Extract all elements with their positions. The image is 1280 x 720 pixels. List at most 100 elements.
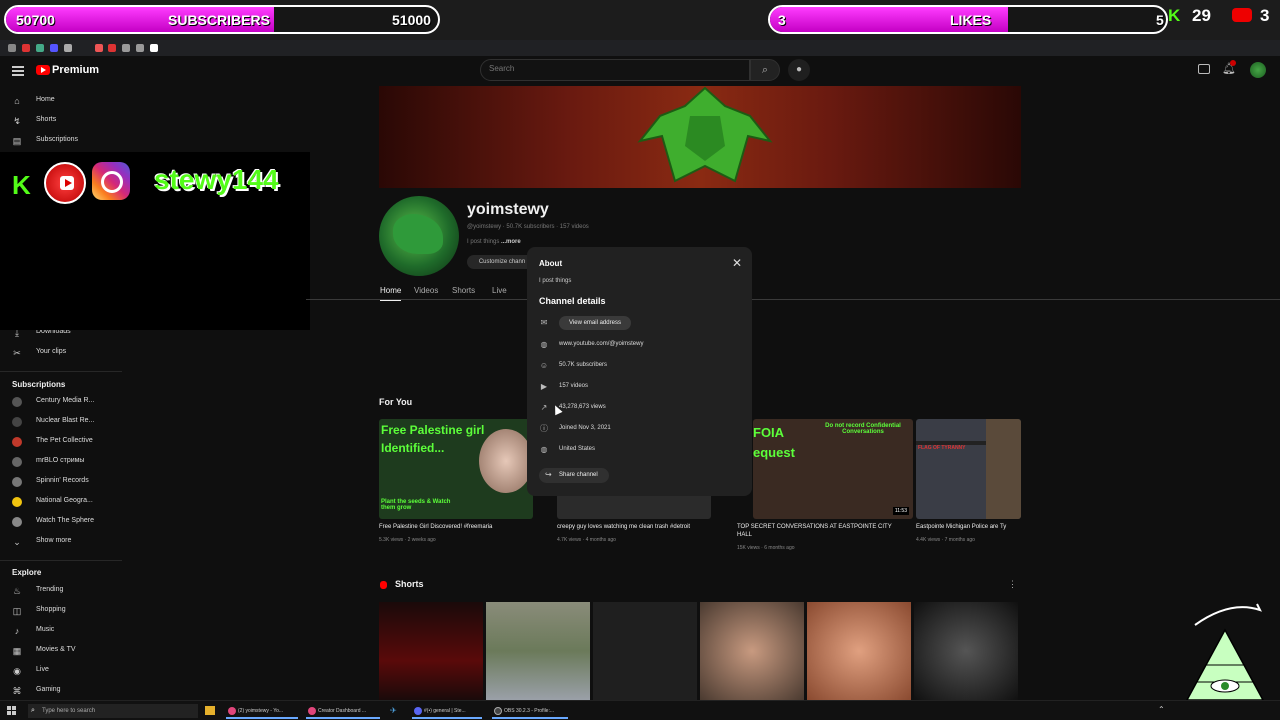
bookmark-icon[interactable]	[136, 44, 144, 52]
shorts-icon: ↯	[13, 116, 21, 126]
video-meta: 4.4K views · 7 months ago	[916, 537, 975, 543]
sidebar-subscription[interactable]: Spinnin' Records	[12, 474, 118, 490]
bookmark-icon[interactable]	[95, 44, 103, 52]
bookmark-icon[interactable]	[108, 44, 116, 52]
bookmark-icon[interactable]	[122, 44, 130, 52]
bookmark-bar	[0, 40, 1280, 56]
sidebar-subscription[interactable]: Nuclear Blast Re...	[12, 414, 118, 430]
channel-avatar-icon	[12, 397, 22, 407]
thumbnail-subtext: Plant the seeds & Watch them grow	[381, 499, 451, 511]
sidebar-show-more[interactable]: ⌄ Show more	[12, 534, 118, 550]
tab-shorts[interactable]: Shorts	[452, 286, 475, 295]
windows-start-icon[interactable]	[7, 706, 17, 716]
sidebar-subscription[interactable]: National Geogra...	[12, 494, 118, 510]
voice-search-button[interactable]: ●	[788, 59, 810, 81]
share-icon: ↪	[545, 470, 552, 479]
subscriber-label: SUBSCRIBERS	[168, 12, 270, 28]
more-link[interactable]: ...more	[501, 239, 521, 245]
thumbnail-text: FLAG OF TYRANNY	[918, 445, 966, 451]
likes-label: LIKES	[950, 12, 992, 28]
short-thumbnail[interactable]	[807, 602, 911, 700]
file-explorer-icon[interactable]	[205, 706, 215, 715]
detail-videos: ▶ 157 videos	[539, 380, 739, 394]
sidebar-item-your-clips[interactable]: ✂ Your clips	[12, 345, 118, 361]
channel-url[interactable]: www.youtube.com/@yoimstewy	[559, 341, 643, 347]
video-title[interactable]: Free Palestine Girl Discovered! #freemar…	[379, 523, 529, 531]
tab-live[interactable]: Live	[492, 286, 507, 295]
youtube-icon	[44, 162, 86, 204]
sidebar-item-shopping[interactable]: ◫ Shopping	[12, 603, 118, 619]
short-thumbnail[interactable]	[486, 602, 590, 700]
taskbar-search[interactable]: ⌕ Type here to search	[28, 704, 198, 718]
channel-avatar-icon	[12, 437, 22, 447]
sidebar-item-subscriptions[interactable]: ▤ Subscriptions	[12, 133, 118, 149]
video-title[interactable]: Eastpointe Michigan Police are Ty	[916, 523, 1022, 531]
view-email-button[interactable]: View email address	[559, 316, 631, 330]
sidebar-subscription[interactable]: Century Media R...	[12, 394, 118, 410]
channel-details-heading: Channel details	[539, 296, 606, 306]
subscription-label: National Geogra...	[36, 497, 93, 504]
for-you-heading: For You	[379, 397, 413, 407]
video-meta: 5.3K views · 2 weeks ago	[379, 537, 436, 543]
bookmark-icon[interactable]	[22, 44, 30, 52]
bookmark-icon[interactable]	[36, 44, 44, 52]
sidebar-item-movies[interactable]: ▦ Movies & TV	[12, 643, 118, 659]
tab-videos[interactable]: Videos	[414, 286, 438, 295]
detail-url[interactable]: ◍ www.youtube.com/@yoimstewy	[539, 338, 739, 352]
sidebar-item-home[interactable]: ⌂ Home	[12, 93, 118, 109]
sidebar-item-gaming[interactable]: ⌘ Gaming	[12, 683, 118, 699]
search-box[interactable]	[480, 59, 750, 81]
channel-avatar-icon	[12, 497, 22, 507]
sidebar-item-shorts[interactable]: ↯ Shorts	[12, 113, 118, 129]
sidebar-item-trending[interactable]: ♨ Trending	[12, 583, 118, 599]
taskbar-app-label: (2) yoimstewy - Yo...	[238, 708, 284, 714]
likes-goal: 5	[1156, 12, 1164, 28]
telegram-icon[interactable]: ✈	[390, 706, 397, 715]
taskbar-app-label: OBS 30.2.3 - Profile:...	[504, 708, 555, 714]
more-options-icon[interactable]: ⋮	[1008, 579, 1017, 590]
share-channel-button[interactable]: ↪ Share channel	[539, 468, 609, 483]
youtube-brand[interactable]: Premium	[52, 64, 99, 76]
account-avatar[interactable]	[1250, 62, 1266, 78]
short-thumbnail[interactable]	[914, 602, 1018, 700]
menu-icon[interactable]	[12, 66, 24, 76]
chevron-up-icon[interactable]: ⌃	[1158, 705, 1165, 714]
taskbar-app-dashboard[interactable]: Creator Dashboard ...	[306, 703, 380, 719]
search-button[interactable]: ⌕	[750, 59, 780, 81]
sidebar-subscription[interactable]: mrBLO стримы	[12, 454, 118, 470]
sidebar-subscription[interactable]: The Pet Collective	[12, 434, 118, 450]
detail-views: ↗ 43,278,673 views	[539, 401, 739, 415]
bookmark-icon[interactable]	[64, 44, 72, 52]
video-thumbnail[interactable]: FOIA equest Do not record Confidential C…	[753, 419, 913, 519]
search-input[interactable]	[489, 64, 729, 73]
video-title[interactable]: creepy guy loves watching me clean trash…	[557, 523, 707, 531]
sidebar-item-music[interactable]: ♪ Music	[12, 623, 118, 639]
channel-name: yoimstewy	[467, 201, 549, 218]
bookmark-icon[interactable]	[8, 44, 16, 52]
sidebar-subscription[interactable]: Watch The Sphere	[12, 514, 118, 530]
sidebar-item-live[interactable]: ◉ Live	[12, 663, 118, 679]
channel-description[interactable]: I post things ...more	[467, 239, 521, 245]
video-title[interactable]: TOP SECRET CONVERSATIONS AT EASTPOINTE C…	[737, 523, 897, 539]
video-duration: 11:53	[892, 507, 909, 515]
video-thumbnail[interactable]: Free Palestine girl Identified... Plant …	[379, 419, 533, 519]
bookmark-icon[interactable]	[50, 44, 58, 52]
video-thumbnail[interactable]: FLAG OF TYRANNY	[916, 419, 1021, 519]
short-thumbnail[interactable]	[379, 602, 483, 700]
channel-avatar[interactable]	[379, 196, 459, 276]
taskbar-app-obs[interactable]: OBS 30.2.3 - Profile:...	[492, 703, 568, 719]
bookmark-icon[interactable]	[150, 44, 158, 52]
subscriber-current: 50700	[16, 12, 55, 28]
sidebar-item-label: Subscriptions	[36, 136, 79, 143]
close-icon[interactable]: ✕	[732, 256, 742, 270]
subscription-label: Spinnin' Records	[36, 477, 89, 484]
windows-taskbar: ⌕ Type here to search (2) yoimstewy - Yo…	[0, 700, 1280, 720]
create-icon[interactable]	[1198, 64, 1210, 74]
taskbar-app-discord[interactable]: #(•) general | Ste...	[412, 703, 482, 719]
taskbar-app-browser[interactable]: (2) yoimstewy - Yo...	[226, 703, 298, 719]
likes-goal-bar: 3 LIKES 5	[768, 5, 1168, 34]
subscription-label: Nuclear Blast Re...	[36, 417, 95, 424]
short-thumbnail[interactable]	[700, 602, 804, 700]
youtube-logo-icon[interactable]	[36, 65, 50, 75]
short-thumbnail[interactable]	[593, 602, 697, 700]
